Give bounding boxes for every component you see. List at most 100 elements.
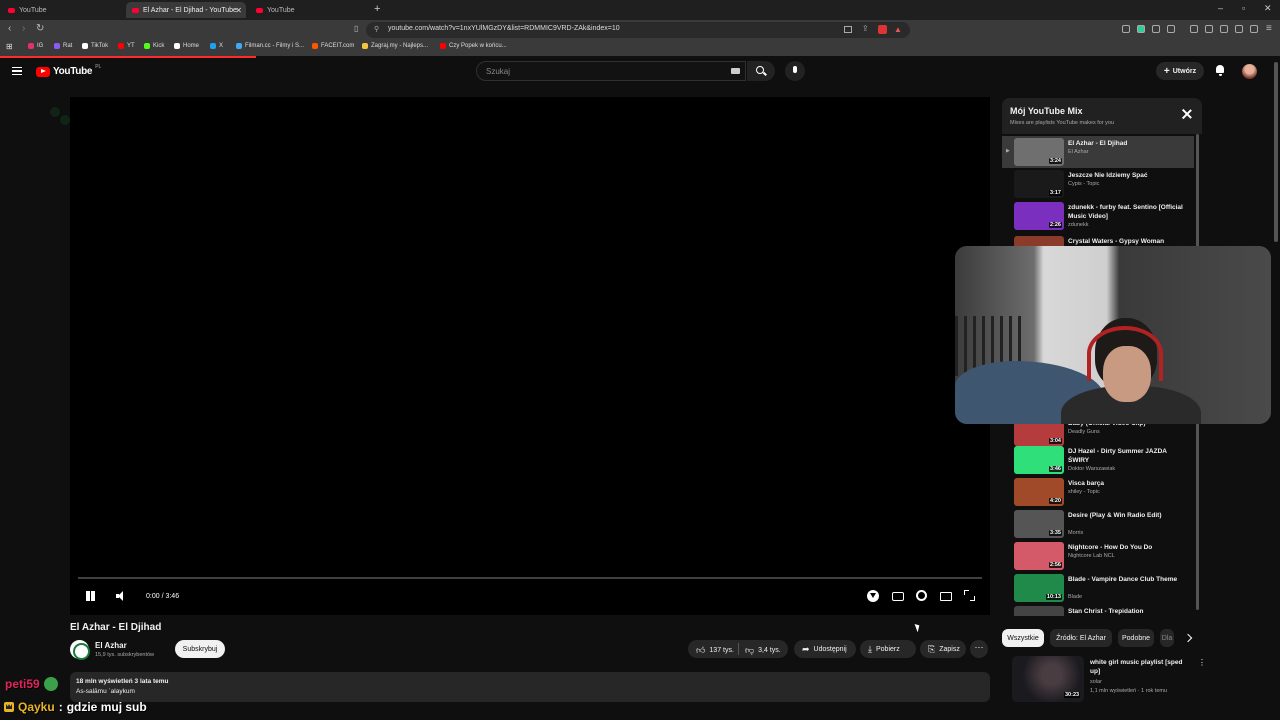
settings-gear-icon[interactable]: [916, 590, 927, 601]
bookmark-item[interactable]: Filman.cc - Filmy i S...: [236, 43, 304, 49]
recommended-video[interactable]: 30:23 white girl music playlist [sped up…: [1012, 656, 1206, 706]
address-bar[interactable]: ⚲ youtube.com/watch?v=1nxYUlMGzDY&list=R…: [366, 22, 910, 38]
dislike-button[interactable]: 👎︎ 3,4 tys.: [745, 645, 781, 656]
chevron-right-icon[interactable]: [1184, 633, 1192, 643]
bookmark-item[interactable]: IG: [28, 43, 43, 49]
subscribe-button[interactable]: Subskrybuj: [175, 640, 225, 658]
extension-icon[interactable]: [1190, 25, 1198, 33]
pause-icon[interactable]: [84, 590, 96, 602]
bookmark-item[interactable]: Kick: [144, 43, 164, 49]
playlist-thumbnail[interactable]: 2:56: [1014, 542, 1064, 570]
playlist-item[interactable]: 4:20 Visca barça shiley - Topic: [1002, 476, 1194, 508]
voice-search-button[interactable]: [785, 61, 805, 81]
more-options-icon[interactable]: ⋮: [1198, 658, 1206, 667]
close-window-button[interactable]: ✕: [1264, 3, 1272, 14]
chip-all[interactable]: Wszystkie: [1002, 629, 1044, 647]
bookmark-item[interactable]: Rat: [54, 43, 72, 49]
bookmark-item[interactable]: YT: [118, 43, 135, 49]
bookmark-item[interactable]: Home: [174, 43, 199, 49]
extension-icon[interactable]: [1167, 25, 1175, 33]
notifications-bell-icon[interactable]: [1215, 65, 1225, 76]
playlist-item[interactable]: 3:46 DJ Hazel - Dirty Summer JAZDA ŚWIRY D…: [1002, 444, 1194, 476]
subtitles-icon[interactable]: [892, 592, 904, 601]
menu-icon[interactable]: ≡: [1266, 23, 1272, 34]
site-info-icon[interactable]: ⚲: [374, 25, 379, 33]
apps-grid-icon[interactable]: ⊞: [6, 42, 13, 51]
browser-tab-active[interactable]: El Azhar - El Djihad - YouTube ✕: [126, 2, 246, 18]
playlist-thumbnail[interactable]: 3:24: [1014, 138, 1064, 166]
playlist-item[interactable]: 3:35 Desire (Play & Win Radio Edit) Morris: [1002, 508, 1194, 540]
extension-icon[interactable]: [1122, 25, 1130, 33]
download-button[interactable]: ⤓ Pobierz: [860, 640, 916, 658]
playlist-item[interactable]: ▶ 3:24 El Azhar - El Djihad El Azhar: [1002, 136, 1194, 168]
channel-name[interactable]: El Azhar: [95, 641, 127, 650]
playlist-item[interactable]: 2:26 zdunekk - furby feat. Sentino [Offic…: [1002, 200, 1194, 232]
bookmark-icon[interactable]: ▯: [354, 24, 358, 33]
playlist-item[interactable]: 10:13 Blade - Vampire Dance Club Theme Bla…: [1002, 572, 1194, 604]
shield-icon[interactable]: [1250, 25, 1258, 33]
playlist-thumbnail[interactable]: 3:35: [1014, 510, 1064, 538]
share-button[interactable]: ➦ Udostępnij: [794, 640, 856, 658]
reload-icon[interactable]: ↻: [36, 23, 44, 34]
ad-shield-icon[interactable]: [867, 590, 879, 602]
bookmark-item[interactable]: Zagraj.my - Najleps...: [362, 43, 428, 49]
youtube-logo[interactable]: YouTube PL: [36, 64, 101, 77]
keyboard-icon[interactable]: [731, 68, 740, 74]
more-actions-icon[interactable]: ···: [970, 640, 988, 658]
vpn-icon[interactable]: [1235, 25, 1243, 33]
browser-tab-bar: YouTube El Azhar - El Djihad - YouTube ✕ …: [0, 0, 1280, 20]
playlist-thumbnail[interactable]: 3:17: [1014, 170, 1064, 198]
new-tab-button[interactable]: +: [374, 3, 380, 15]
wallet-icon[interactable]: [1220, 25, 1228, 33]
webcam-overlay: [955, 246, 1271, 424]
bookmark-item[interactable]: X: [210, 43, 223, 49]
sidebar-icon[interactable]: [1205, 25, 1213, 33]
bookmark-item[interactable]: FACEIT.com: [312, 43, 354, 49]
chip-related[interactable]: Podobne: [1118, 629, 1154, 647]
forward-icon[interactable]: ›: [22, 23, 25, 34]
playlist-item[interactable]: 3:17 Jeszcze Nie Idziemy Spać Cypis - Topi…: [1002, 168, 1194, 200]
playlist-thumbnail[interactable]: 4:20: [1014, 478, 1064, 506]
extension-icon[interactable]: [1137, 25, 1145, 33]
channel-avatar[interactable]: [70, 640, 90, 660]
theater-mode-icon[interactable]: [940, 592, 952, 601]
chip-for-you[interactable]: Dla: [1160, 629, 1174, 647]
avatar[interactable]: [1242, 64, 1257, 79]
search-button[interactable]: [747, 61, 775, 81]
bookmark-save-icon: ⎘: [928, 643, 936, 654]
save-button[interactable]: ⎘ Zapisz: [920, 640, 966, 658]
search-input[interactable]: [486, 66, 716, 77]
video-player[interactable]: 0:00 / 3:46: [50, 97, 990, 633]
progress-bar[interactable]: [78, 577, 982, 579]
rewards-icon[interactable]: ▲: [894, 25, 902, 34]
brave-shield-icon[interactable]: [878, 25, 887, 34]
playlist-thumbnail[interactable]: [1014, 606, 1064, 616]
pip-icon[interactable]: [844, 26, 852, 33]
extension-icon[interactable]: [1152, 25, 1160, 33]
maximize-button[interactable]: ▫: [1242, 3, 1245, 13]
share-icon[interactable]: ⇪: [862, 24, 869, 33]
description-box[interactable]: 18 mln wyświetleń 3 lata temu As-salāmu …: [70, 672, 990, 702]
page-scrollbar[interactable]: [1274, 62, 1278, 242]
browser-tab[interactable]: YouTube: [2, 2, 122, 18]
playlist-thumbnail[interactable]: 3:46: [1014, 446, 1064, 474]
minimize-button[interactable]: –: [1218, 3, 1223, 13]
channel-name[interactable]: solar: [1090, 679, 1102, 685]
volume-icon[interactable]: [116, 591, 126, 601]
fullscreen-icon[interactable]: [964, 590, 975, 601]
playlist-thumbnail[interactable]: 10:13: [1014, 574, 1064, 602]
browser-tab[interactable]: YouTube: [250, 2, 370, 18]
back-icon[interactable]: ‹: [8, 23, 11, 34]
bookmark-item[interactable]: TikTok: [82, 43, 108, 49]
like-button[interactable]: 👍︎ 137 tys.: [696, 645, 734, 656]
video-title[interactable]: white girl music playlist [sped up]: [1090, 658, 1190, 676]
playlist-thumbnail[interactable]: 2:26: [1014, 202, 1064, 230]
playlist-item[interactable]: 2:56 Nightcore - How Do You Do Nightcore L…: [1002, 540, 1194, 572]
create-button[interactable]: + Utwórz: [1156, 62, 1204, 80]
close-icon[interactable]: [1182, 109, 1192, 119]
playlist-item[interactable]: Stan Christ - Trepidation: [1002, 604, 1194, 616]
bookmark-item[interactable]: Czy Popek w końcu...: [440, 43, 507, 49]
close-tab-icon[interactable]: ✕: [235, 6, 242, 15]
chip-source[interactable]: Źródło: El Azhar: [1050, 629, 1112, 647]
hamburger-menu-icon[interactable]: [12, 67, 22, 75]
